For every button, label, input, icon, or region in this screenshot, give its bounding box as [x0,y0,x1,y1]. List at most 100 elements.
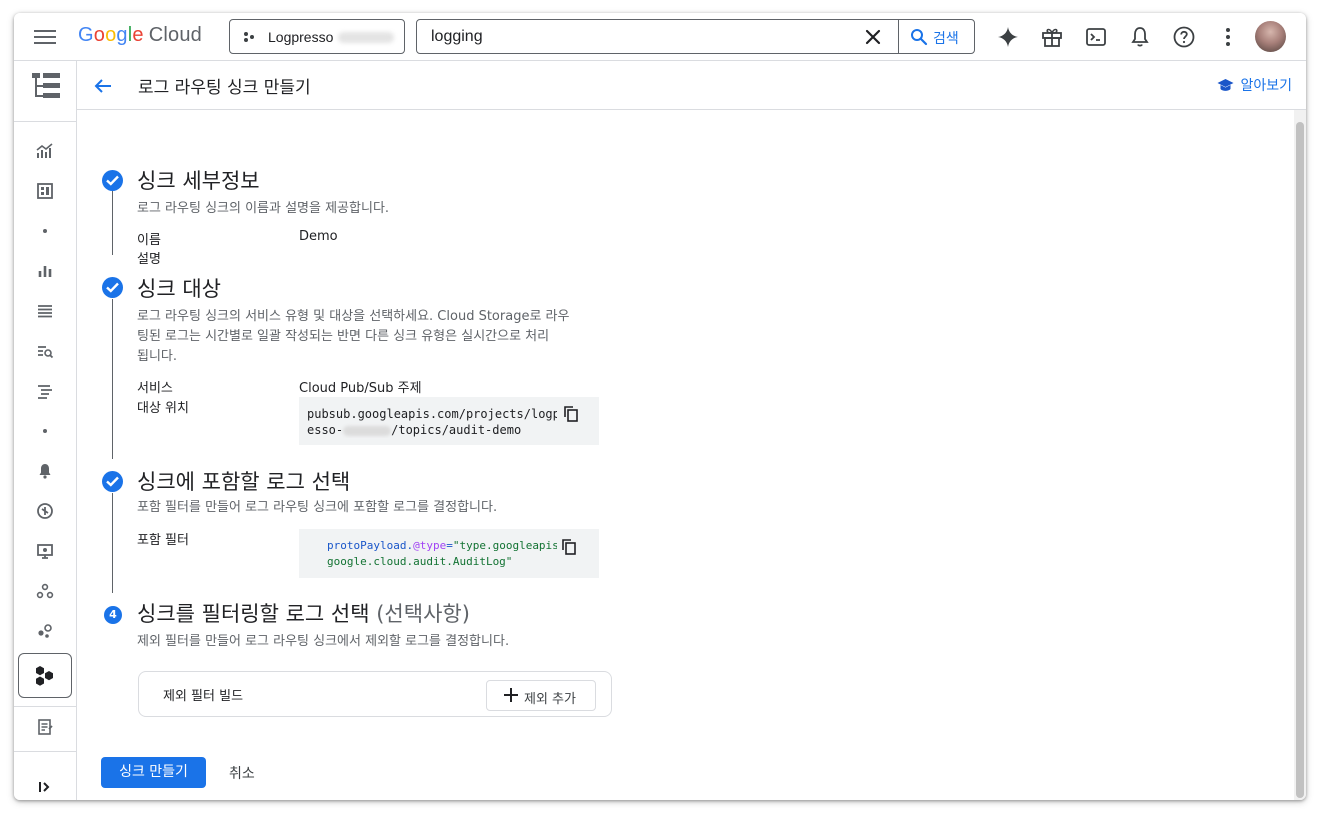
metrics-chart-icon[interactable] [35,141,55,161]
clear-search-icon[interactable] [863,27,883,47]
browser-window: GoogleCloud Logpresso 검색 [14,13,1306,800]
dashboard-icon[interactable] [35,181,55,201]
rail-dot [43,429,47,433]
add-exclusion-label: 제외 추가 [524,692,576,707]
filter-operator: = [446,539,453,552]
pubsub-icon[interactable] [35,621,55,641]
search-input[interactable] [431,26,851,48]
gemini-sparkle-icon[interactable] [996,25,1020,49]
name-value: Demo [299,229,338,244]
step-number-badge: 4 [104,606,122,624]
rail-divider [14,121,76,122]
desc-line: 팅된 로그는 시간별로 일괄 작성되는 반면 다른 싱크 유형은 실시간으로 처… [137,329,550,344]
search-icon [911,29,928,46]
redacted-project-suffix [338,32,394,43]
filter-key: protoPayload. [327,539,414,552]
log-search-icon[interactable] [35,341,55,361]
target-suffix: /topics/audit-demo [391,423,522,437]
description-label: 설명 [137,252,161,267]
exclusion-build-label: 제외 필터 빌드 [163,689,244,704]
exclusion-title-text: 싱크를 필터링할 로그 선택 [137,602,377,626]
rail-divider [14,751,76,752]
audit-shield-icon[interactable] [35,501,55,521]
cloud-shell-icon[interactable] [1084,25,1108,49]
gift-icon[interactable] [1040,25,1064,49]
step-inclusion-title[interactable]: 싱크에 포함할 로그 선택 [137,466,350,496]
back-arrow-icon[interactable] [93,76,113,96]
rail-dot [43,229,47,233]
search-button-label: 검색 [933,30,959,46]
project-name: Logpresso [268,29,334,45]
search-button[interactable]: 검색 [899,20,975,53]
step-details-desc: 로그 라우팅 싱크의 이름과 설명을 제공합니다. [137,201,390,216]
step-details-title[interactable]: 싱크 세부정보 [137,165,260,195]
learn-link[interactable]: 알아보기 [1217,75,1292,95]
step-connector [112,299,113,459]
rail-divider [14,706,76,707]
google-cloud-logo[interactable]: Google Cloud [78,24,202,47]
target-value-box: pubsub.googleapis.com/projects/logpr ess… [299,397,599,445]
page-header: 로그 라우팅 싱크 만들기 알아보기 [77,61,1306,110]
release-notes-icon[interactable] [35,717,55,737]
inclusion-filter-label: 포함 필터 [137,533,189,548]
target-line: esso- /topics/audit-demo [307,422,599,438]
step-exclusion-desc: 제외 필터를 만들어 로그 라우팅 싱크에서 제외할 로그를 결정합니다. [137,634,510,649]
plus-icon [504,688,518,702]
project-picker[interactable]: Logpresso [229,19,405,54]
logging-product-icon[interactable] [31,71,61,101]
bar-chart-icon[interactable] [35,261,55,281]
alert-bell-icon[interactable] [35,461,55,481]
menu-icon[interactable] [34,27,56,47]
notifications-icon[interactable] [1128,25,1152,49]
step-complete-check-icon [102,170,123,191]
account-avatar[interactable] [1255,21,1286,52]
filter-string: "type.googleapis.com/ [452,539,557,552]
step-inclusion-desc: 포함 필터를 만들어 로그 라우팅 싱크에 포함할 로그를 결정합니다. [137,500,498,515]
target-label: 대상 위치 [137,401,189,416]
search-bar[interactable]: 검색 [416,19,975,54]
add-exclusion-button[interactable]: 제외 추가 [486,680,596,711]
monitor-icon[interactable] [35,541,55,561]
desc-line: 로그 라우팅 싱크의 서비스 유형 및 대상을 선택하세요. Cloud Sto… [137,309,570,324]
hexagon-cluster-icon [36,666,53,686]
create-sink-button[interactable]: 싱크 만들기 [101,757,206,788]
more-vert-icon[interactable] [1216,25,1240,49]
target-prefix: esso- [307,423,344,437]
rail-item-active[interactable] [18,653,72,698]
top-bar: GoogleCloud Logpresso 검색 [14,13,1306,61]
logs-list-icon[interactable] [35,301,55,321]
step-connector [112,191,113,255]
learn-label: 알아보기 [1240,78,1292,94]
target-line: pubsub.googleapis.com/projects/logpr [307,407,557,421]
cancel-button[interactable]: 취소 [229,763,255,783]
service-value: Cloud Pub/Sub 주제 [299,381,422,396]
left-nav-rail [14,61,77,800]
optional-tag: (선택사항) [376,602,470,626]
school-cap-icon [1217,78,1234,91]
redacted-project-id [343,425,392,436]
filter-field: @type [413,539,447,552]
scrollbar[interactable] [1294,110,1306,800]
name-label: 이름 [137,233,161,248]
step-complete-check-icon [102,277,123,298]
page-title: 로그 라우팅 싱크 만들기 [138,78,311,98]
scrollbar-thumb[interactable] [1296,122,1304,798]
copy-icon[interactable] [562,539,576,555]
help-icon[interactable] [1172,25,1196,49]
project-dots-icon [244,32,254,42]
service-label: 서비스 [137,381,173,396]
log-router-icon[interactable] [35,381,55,401]
step-exclusion-title[interactable]: 싱크를 필터링할 로그 선택 (선택사항) [137,598,470,628]
filter-line: protoPayload.@type="type.googleapis.com/ [327,538,557,554]
step-complete-check-icon [102,471,123,492]
step-destination-desc: 로그 라우팅 싱크의 서비스 유형 및 대상을 선택하세요. Cloud Sto… [137,307,569,367]
inclusion-filter-box: protoPayload.@type="type.googleapis.com/… [299,529,599,578]
filter-line: google.cloud.audit.AuditLog" [327,555,513,568]
step-connector [112,493,113,593]
nodes-icon[interactable] [35,581,55,601]
copy-icon[interactable] [564,406,578,422]
expand-rail-icon[interactable] [35,777,55,797]
desc-line: 됩니다. [137,349,178,364]
step-destination-title[interactable]: 싱크 대상 [137,273,221,303]
exclusion-filter-card: 제외 필터 빌드 제외 추가 [138,671,612,717]
